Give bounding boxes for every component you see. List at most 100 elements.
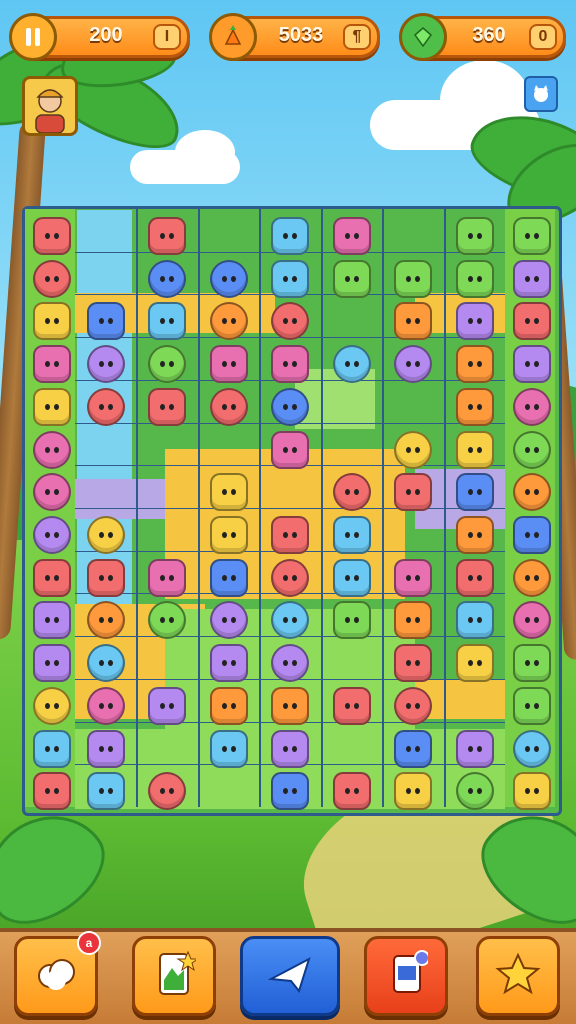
creature-tile[interactable] <box>33 345 71 384</box>
star-arrow-button[interactable] <box>240 936 340 1016</box>
creature-tile[interactable] <box>148 387 187 426</box>
add-coins-button[interactable]: I <box>153 24 181 50</box>
creature-tile[interactable] <box>33 259 71 298</box>
creature-tile[interactable] <box>455 259 494 298</box>
creature-tile[interactable] <box>148 558 187 597</box>
creature-tile[interactable] <box>33 644 71 683</box>
creature-tile[interactable] <box>455 302 494 341</box>
creature-tile[interactable] <box>271 772 310 811</box>
creature-tile[interactable] <box>455 601 494 640</box>
add-carrots-button[interactable]: ¶ <box>343 24 371 50</box>
creature-tile[interactable] <box>513 558 551 597</box>
creature-tile[interactable] <box>209 558 248 597</box>
creature-tile[interactable] <box>394 473 433 512</box>
creature-tile[interactable] <box>209 473 248 512</box>
creature-tile[interactable] <box>209 686 248 725</box>
creature-tile[interactable] <box>87 345 125 384</box>
creature-tile[interactable] <box>394 772 433 811</box>
creature-tile[interactable] <box>513 686 551 725</box>
creature-tile[interactable] <box>87 387 125 426</box>
creature-tile[interactable] <box>87 516 125 554</box>
creature-tile[interactable] <box>33 516 71 554</box>
creature-tile[interactable] <box>87 558 125 597</box>
pause-button[interactable]: 200 I <box>9 13 190 61</box>
creature-tile[interactable] <box>33 430 71 469</box>
creature-tile[interactable] <box>271 345 310 384</box>
creature-tile[interactable] <box>33 601 71 640</box>
creature-tile[interactable] <box>33 729 71 768</box>
creature-tile[interactable] <box>513 516 551 554</box>
creature-tile[interactable] <box>455 430 494 469</box>
creature-tile[interactable] <box>271 558 310 597</box>
creature-tile[interactable] <box>332 686 371 725</box>
creature-tile[interactable] <box>513 345 551 384</box>
creature-tile[interactable] <box>209 644 248 683</box>
creature-tile[interactable] <box>394 558 433 597</box>
creature-tile[interactable] <box>148 259 187 298</box>
creature-tile[interactable] <box>455 729 494 768</box>
creature-tile[interactable] <box>332 473 371 512</box>
creature-tile[interactable] <box>394 686 433 725</box>
creature-tile[interactable] <box>394 644 433 683</box>
add-gems-button[interactable]: 0 <box>529 24 557 50</box>
cat-icon[interactable] <box>524 76 558 112</box>
creature-tile[interactable] <box>455 772 494 811</box>
creature-tile[interactable] <box>513 772 551 811</box>
creature-tile[interactable] <box>513 430 551 469</box>
creature-tile[interactable] <box>394 729 433 768</box>
creature-tile[interactable] <box>271 387 310 426</box>
creature-tile[interactable] <box>148 302 187 341</box>
creature-tile[interactable] <box>209 729 248 768</box>
creature-tile[interactable] <box>513 217 551 255</box>
creature-tile[interactable] <box>332 516 371 554</box>
creature-tile[interactable] <box>394 430 433 469</box>
creature-tile[interactable] <box>33 558 71 597</box>
creature-tile[interactable] <box>209 259 248 298</box>
creature-tile[interactable] <box>271 516 310 554</box>
creature-tile[interactable] <box>332 345 371 384</box>
creature-tile[interactable] <box>455 345 494 384</box>
creature-tile[interactable] <box>87 302 125 341</box>
creature-tile[interactable] <box>332 259 371 298</box>
creature-tile[interactable] <box>271 686 310 725</box>
creature-tile[interactable] <box>209 516 248 554</box>
creature-tile[interactable] <box>513 302 551 341</box>
creature-tile[interactable] <box>87 686 125 725</box>
creature-tile[interactable] <box>332 558 371 597</box>
creature-tile[interactable] <box>271 259 310 298</box>
creature-tile[interactable] <box>394 601 433 640</box>
creature-tile[interactable] <box>394 259 433 298</box>
creature-tile[interactable] <box>394 302 433 341</box>
creature-tile[interactable] <box>148 217 187 255</box>
creature-tile[interactable] <box>513 387 551 426</box>
player-avatar-icon[interactable] <box>22 76 78 136</box>
creature-tile[interactable] <box>209 387 248 426</box>
creature-tile[interactable] <box>271 217 310 255</box>
creature-tile[interactable] <box>33 217 71 255</box>
creature-tile[interactable] <box>455 473 494 512</box>
creature-tile[interactable] <box>455 217 494 255</box>
creature-tile[interactable] <box>148 686 187 725</box>
creature-tile[interactable] <box>513 259 551 298</box>
creature-tile[interactable] <box>455 387 494 426</box>
creature-tile[interactable] <box>332 217 371 255</box>
creature-tile[interactable] <box>513 644 551 683</box>
creature-tile[interactable] <box>87 772 125 811</box>
card-button[interactable] <box>132 936 216 1016</box>
creature-tile[interactable] <box>87 644 125 683</box>
creature-tile[interactable] <box>209 302 248 341</box>
creature-tile[interactable] <box>271 729 310 768</box>
creature-tile[interactable] <box>271 430 310 469</box>
creature-tile[interactable] <box>33 302 71 341</box>
creature-tile[interactable] <box>332 772 371 811</box>
creature-tile[interactable] <box>209 345 248 384</box>
creature-tile[interactable] <box>332 601 371 640</box>
creature-tile[interactable] <box>455 644 494 683</box>
creature-tile[interactable] <box>33 387 71 426</box>
star-button[interactable] <box>476 936 560 1016</box>
creature-tile[interactable] <box>455 558 494 597</box>
creature-tile[interactable] <box>33 772 71 811</box>
creature-tile[interactable] <box>33 686 71 725</box>
creature-tile[interactable] <box>455 516 494 554</box>
creature-tile[interactable] <box>87 729 125 768</box>
